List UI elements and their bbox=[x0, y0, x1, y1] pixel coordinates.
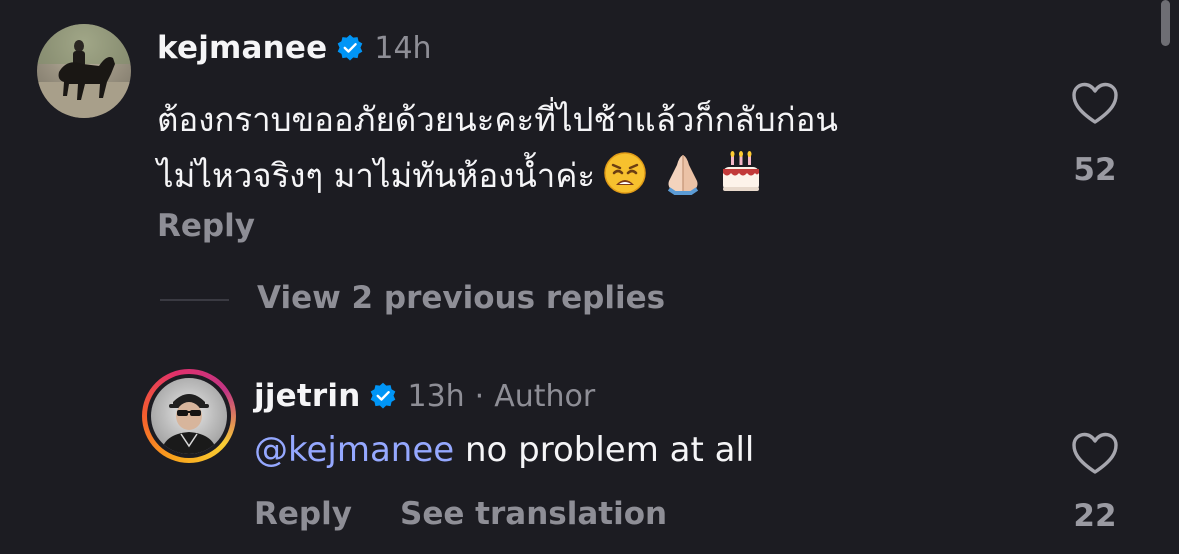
weary-face-icon bbox=[604, 152, 646, 194]
avatar-kejmanee[interactable] bbox=[37, 24, 131, 118]
reply-header: jjetrin 13h · Author bbox=[254, 374, 595, 418]
like-count: 52 bbox=[1073, 152, 1117, 188]
replies-divider bbox=[160, 299, 229, 301]
avatar-border bbox=[147, 374, 231, 458]
avatar-photo bbox=[151, 378, 227, 454]
person-photo bbox=[161, 394, 217, 454]
author-badge: Author bbox=[494, 378, 596, 414]
username[interactable]: kejmanee bbox=[157, 30, 327, 66]
scrollbar[interactable] bbox=[1161, 0, 1170, 46]
separator-dot: · bbox=[474, 378, 485, 414]
see-translation-button[interactable]: See translation bbox=[400, 496, 667, 532]
reply-button[interactable]: Reply bbox=[157, 208, 255, 244]
timestamp: 14h bbox=[374, 30, 432, 66]
username[interactable]: jjetrin bbox=[254, 378, 360, 414]
comment-header: kejmanee 14h bbox=[157, 26, 432, 70]
verified-badge-icon bbox=[371, 382, 396, 409]
heart-icon[interactable] bbox=[1071, 82, 1119, 126]
reply-body: no problem at all bbox=[454, 430, 755, 470]
avatar-jjetrin[interactable] bbox=[142, 369, 236, 463]
heart-icon[interactable] bbox=[1071, 432, 1119, 476]
reply-text: @kejmanee no problem at all bbox=[254, 430, 754, 470]
like-count: 22 bbox=[1073, 498, 1117, 534]
comments-page: kejmanee 14h ต้องกราบขออภัยด้วยนะคะที่ไป… bbox=[0, 0, 1179, 554]
comment-line-2: ไม่ไหวจริงๆ มาไม่ทันห้องน้ำค่ะ bbox=[157, 148, 1017, 204]
mention-link[interactable]: @kejmanee bbox=[254, 430, 454, 470]
timestamp: 13h bbox=[407, 378, 465, 414]
comment-line-2-text: ไม่ไหวจริงๆ มาไม่ทันห้องน้ำค่ะ bbox=[157, 156, 596, 195]
comment-line-1: ต้องกราบขออภัยด้วยนะคะที่ไปช้าแล้วก็กลับ… bbox=[157, 100, 838, 139]
birthday-cake-icon bbox=[723, 151, 760, 191]
reply-button[interactable]: Reply bbox=[254, 496, 352, 532]
view-previous-replies-button[interactable]: View 2 previous replies bbox=[257, 280, 665, 316]
folded-hands-icon bbox=[668, 155, 699, 195]
comment-text: ต้องกราบขออภัยด้วยนะคะที่ไปช้าแล้วก็กลับ… bbox=[157, 92, 1017, 204]
horse-rider-photo bbox=[37, 24, 131, 118]
verified-badge-icon bbox=[338, 34, 363, 61]
